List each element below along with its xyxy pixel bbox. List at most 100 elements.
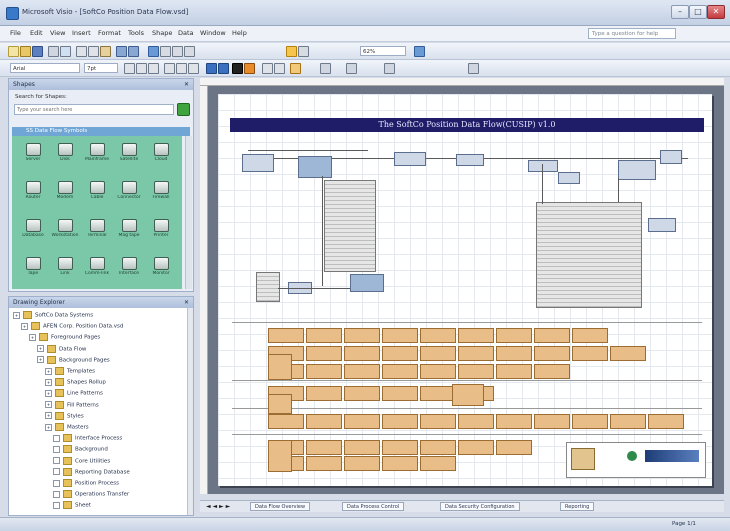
font-color-icon[interactable] (206, 63, 217, 74)
process-block[interactable] (496, 440, 532, 455)
stencil-shape[interactable]: Server (18, 138, 48, 168)
line-pattern-icon[interactable] (274, 63, 285, 74)
close-panel-icon[interactable]: ✕ (184, 297, 189, 308)
close-button[interactable]: ✕ (707, 5, 725, 19)
expand-toggle-icon[interactable] (53, 468, 60, 476)
fill-color-icon[interactable] (244, 63, 255, 74)
expand-toggle-icon[interactable] (53, 457, 60, 465)
stencil-shape[interactable]: Satellite (114, 138, 144, 168)
process-block[interactable] (382, 456, 418, 471)
explorer-tree-item[interactable]: + AFEN Corp. Position Data.vsd (21, 322, 123, 331)
explorer-tree-item[interactable]: Reporting Database (53, 467, 130, 476)
process-block[interactable] (496, 328, 532, 343)
explorer-tree-item[interactable]: Interface Process (53, 434, 122, 443)
connector-line[interactable] (248, 150, 368, 151)
process-block[interactable] (420, 386, 456, 401)
system-node[interactable] (528, 160, 558, 172)
search-shapes-input[interactable] (14, 104, 174, 115)
expand-toggle-icon[interactable]: + (45, 378, 52, 386)
stencil-shape[interactable]: Tape (18, 252, 48, 282)
process-block[interactable] (268, 414, 304, 429)
undo-icon[interactable] (116, 46, 127, 57)
stencil-shape[interactable]: Database (18, 214, 48, 244)
expand-toggle-icon[interactable] (53, 445, 60, 453)
process-block[interactable] (382, 386, 418, 401)
process-block[interactable] (306, 456, 342, 471)
explorer-tree-item[interactable]: + SoftCo Data Systems (13, 311, 93, 319)
system-node[interactable] (350, 274, 384, 292)
minimize-button[interactable]: – (671, 5, 689, 19)
process-block[interactable] (610, 414, 646, 429)
stencil-scrollbar[interactable] (185, 136, 192, 289)
process-block[interactable] (420, 456, 456, 471)
shadow-icon[interactable] (290, 63, 301, 74)
legend-box[interactable] (566, 442, 706, 478)
line-tool-icon[interactable] (298, 46, 309, 57)
explorer-tree-item[interactable]: Sheet (53, 501, 91, 510)
process-block[interactable] (268, 328, 304, 343)
close-panel-icon[interactable]: ✕ (184, 79, 189, 90)
stencil-shape[interactable]: Firewall (146, 176, 176, 206)
system-node[interactable] (242, 154, 274, 172)
italic-icon[interactable] (136, 63, 147, 74)
process-block[interactable] (420, 328, 456, 343)
menu-edit[interactable]: Edit (30, 29, 43, 37)
stencil-shape[interactable]: Connector (114, 176, 144, 206)
menu-file[interactable]: File (10, 29, 21, 37)
align-right-icon[interactable] (188, 63, 199, 74)
redo-icon[interactable] (128, 46, 139, 57)
process-block[interactable] (458, 364, 494, 379)
open-icon[interactable] (20, 46, 31, 57)
connector-tool-icon[interactable] (172, 46, 183, 57)
process-block[interactable] (420, 346, 456, 361)
process-block[interactable] (344, 440, 380, 455)
process-block[interactable] (306, 328, 342, 343)
highlighted-tool-icon[interactable] (286, 46, 297, 57)
process-block[interactable] (382, 364, 418, 379)
process-block[interactable] (648, 414, 684, 429)
drawing-page[interactable]: The SoftCo Position Data Flow(CUSIP) v1.… (218, 94, 712, 486)
data-table-block[interactable] (256, 272, 280, 302)
expand-toggle-icon[interactable] (53, 434, 60, 442)
search-go-icon[interactable] (177, 103, 190, 116)
diagram-title[interactable]: The SoftCo Position Data Flow(CUSIP) v1.… (230, 118, 704, 132)
line-color-icon[interactable] (218, 63, 229, 74)
process-block[interactable] (572, 346, 608, 361)
process-block[interactable] (344, 414, 380, 429)
font-combo[interactable]: Arial (10, 63, 80, 73)
system-node[interactable] (618, 160, 656, 180)
expand-toggle-icon[interactable]: + (37, 356, 44, 364)
system-node[interactable] (648, 218, 676, 232)
process-block[interactable] (344, 364, 380, 379)
print-icon[interactable] (48, 46, 59, 57)
expand-toggle-icon[interactable] (53, 490, 60, 498)
expand-toggle-icon[interactable]: + (45, 367, 52, 375)
process-block[interactable] (344, 346, 380, 361)
explorer-tree-item[interactable]: + Foreground Pages (29, 333, 100, 342)
tab-page-2[interactable]: Data Process Control (342, 502, 405, 511)
process-block[interactable] (382, 414, 418, 429)
tab-page-3[interactable]: Data Security Configuration (440, 502, 520, 511)
explorer-tree-item[interactable]: + Masters (45, 423, 89, 431)
process-block[interactable] (458, 440, 494, 455)
shapes-window-icon[interactable] (148, 46, 159, 57)
cut-icon[interactable] (76, 46, 87, 57)
menu-help[interactable]: Help (232, 29, 247, 37)
help-search-input[interactable]: Type a question for help (588, 28, 676, 39)
menu-format[interactable]: Format (98, 29, 121, 37)
tab-page-1[interactable]: Data Flow Overview (250, 502, 311, 511)
layer-icon[interactable] (320, 63, 331, 74)
menu-window[interactable]: Window (200, 29, 226, 37)
expand-toggle-icon[interactable]: + (29, 333, 36, 341)
bold-icon[interactable] (124, 63, 135, 74)
process-block[interactable] (534, 414, 570, 429)
data-table-block[interactable] (324, 180, 376, 272)
explorer-tree-item[interactable]: + Templates (45, 367, 95, 375)
process-block[interactable] (268, 394, 292, 414)
help-icon[interactable] (414, 46, 425, 57)
system-node[interactable] (298, 156, 332, 178)
process-block[interactable] (344, 328, 380, 343)
process-block[interactable] (306, 414, 342, 429)
print-preview-icon[interactable] (60, 46, 71, 57)
black-fill-swatch-icon[interactable] (232, 63, 243, 74)
